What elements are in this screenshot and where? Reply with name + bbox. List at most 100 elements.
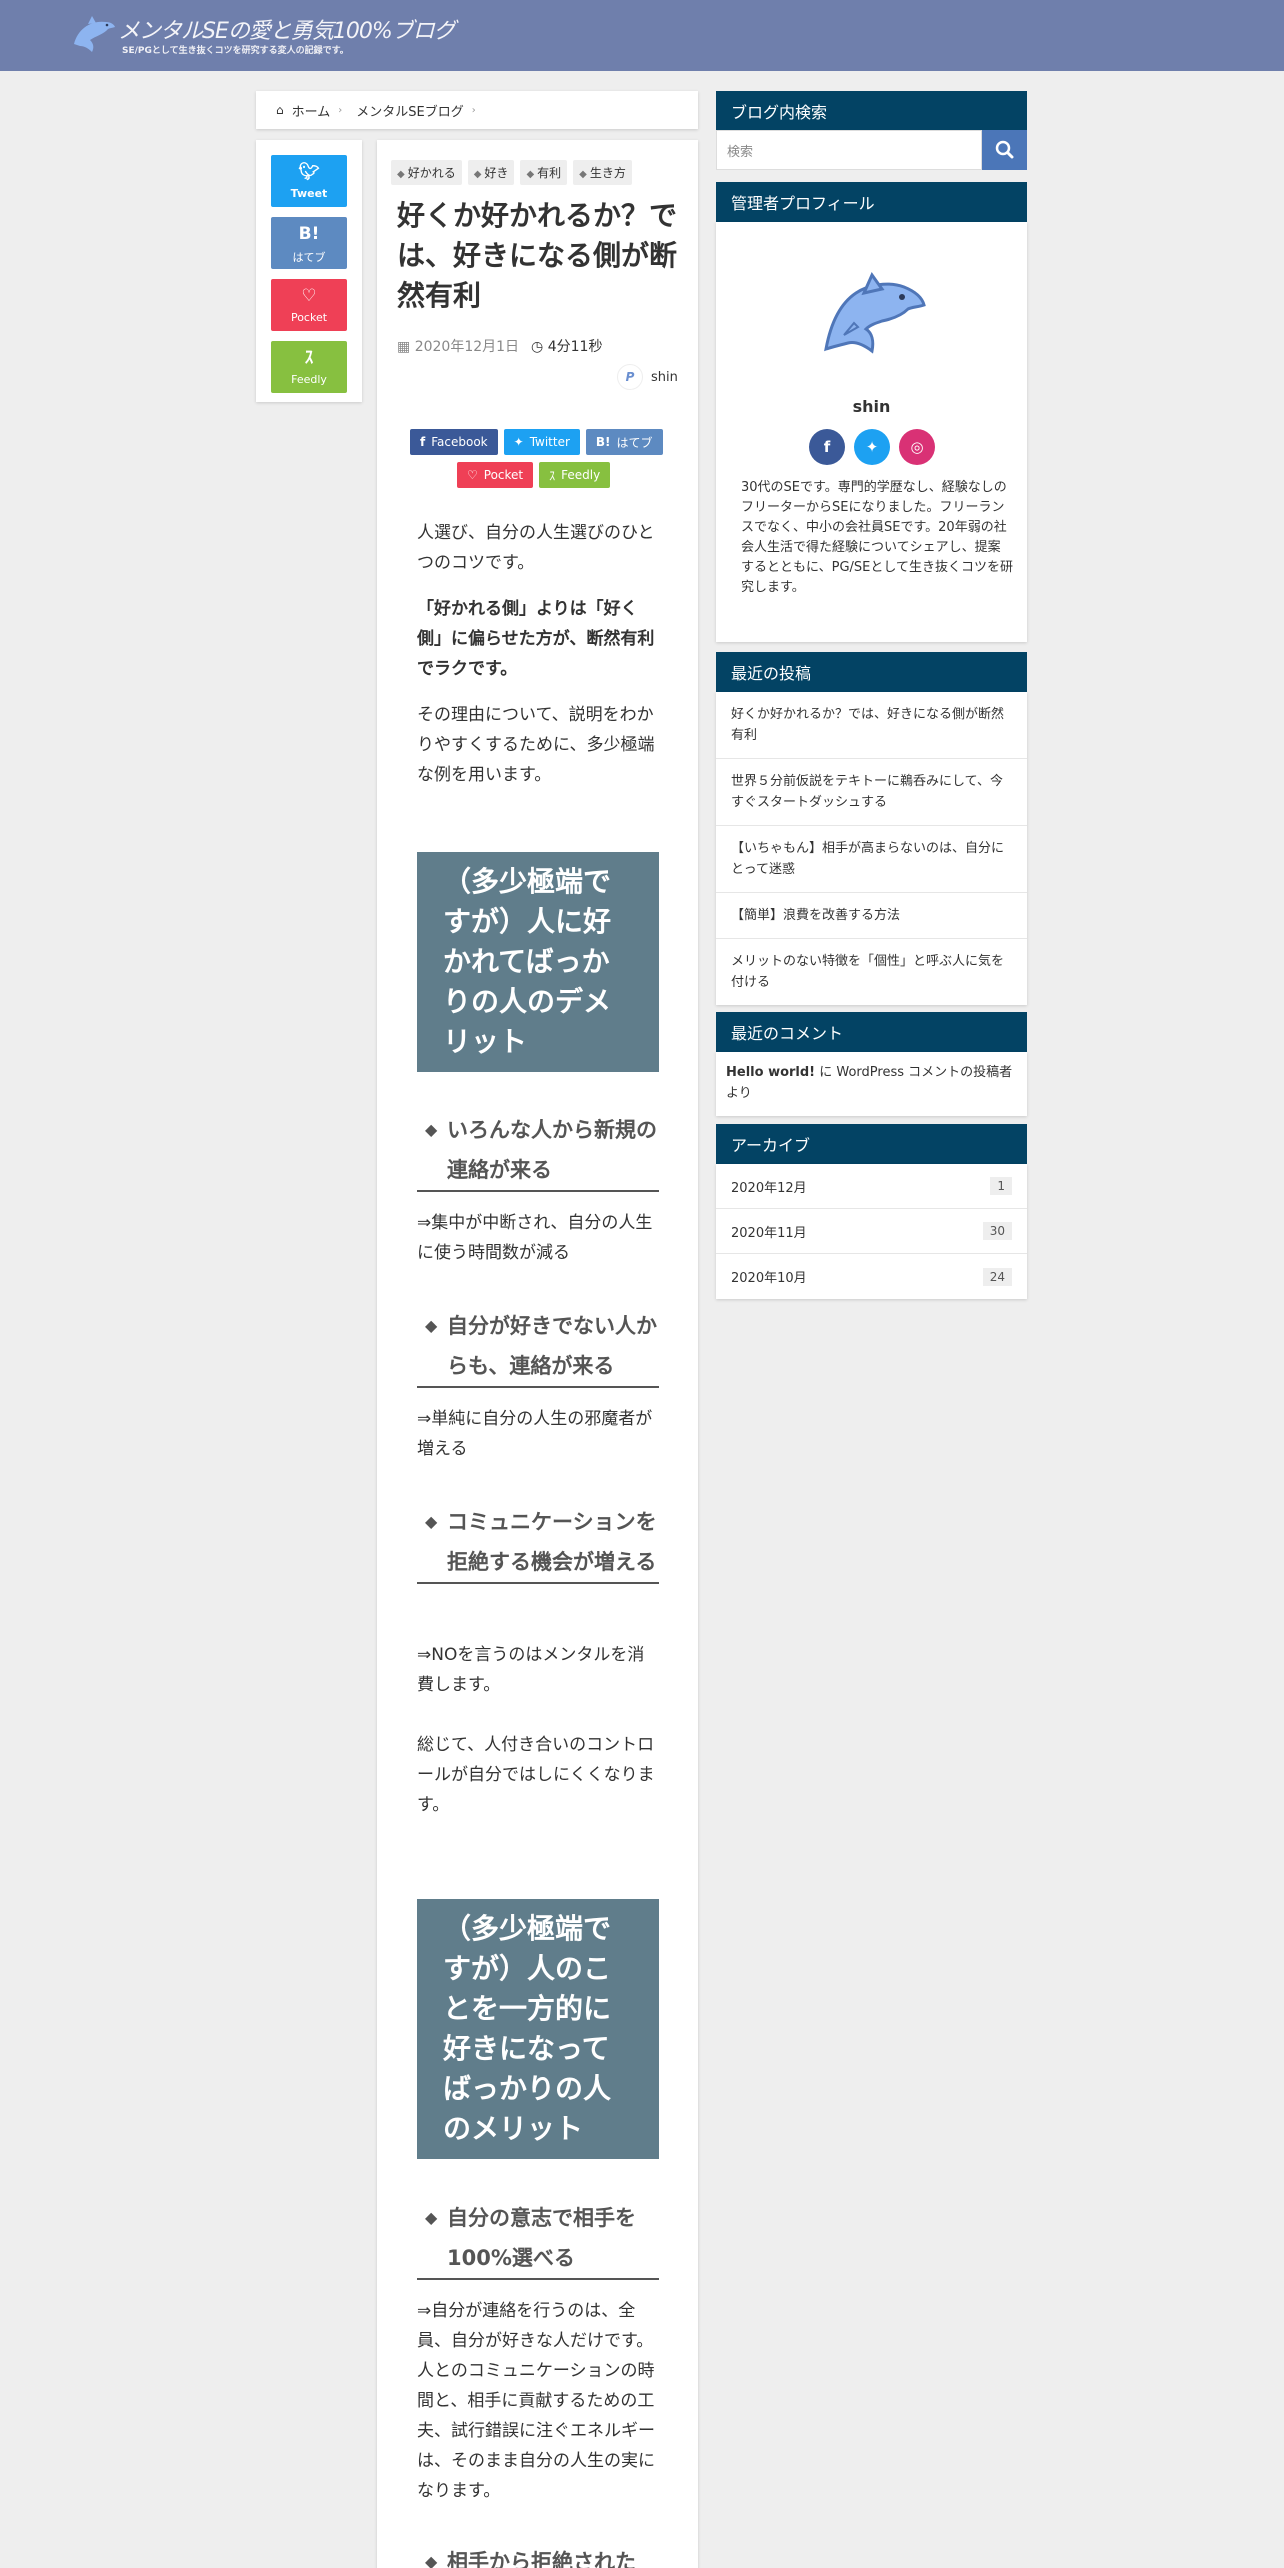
archives-list: 2020年12月 1 2020年11月 30 2020年10月 24: [716, 1164, 1027, 1299]
clock-icon: ◷: [531, 339, 548, 355]
archive-count: 1: [990, 1177, 1012, 1195]
feedly-button[interactable]: ｽ Feedly: [271, 341, 347, 393]
recent-post-link[interactable]: 好くか好かれるか？では、好きになる側が断然有利: [716, 692, 1027, 759]
tweet-label: Tweet: [290, 187, 328, 200]
subsection-heading: ◆ 自分が好きでない人からも、連絡が来る: [417, 1306, 659, 1388]
site-title[interactable]: メンタルSEの愛と勇気100%ブログ: [118, 13, 456, 45]
avatar: P: [617, 364, 643, 390]
facebook-icon[interactable]: f: [809, 429, 845, 465]
subsection-heading: ◆ 相手から拒絶された: [417, 2542, 659, 2568]
subsection-heading: ◆ 自分の意志で相手を100%選べる: [417, 2198, 659, 2280]
site-tagline: SE/PGとして生き抜くコツを研究する変人の記録です。: [122, 46, 349, 56]
search-icon: [995, 140, 1014, 159]
diamond-icon: ◆: [425, 2208, 438, 2227]
author-name: shin: [651, 369, 678, 385]
archive-count: 24: [982, 1267, 1012, 1286]
dolphin-avatar-icon: [824, 271, 926, 354]
facebook-icon: f: [420, 435, 426, 449]
profile-card: shin f ✦ ◎ 30代のSEです。専門的学歴なし、経験なしのフリーターから…: [716, 222, 1027, 642]
article: ◆ 好かれる ◆ 好き ◆ 有利 ◆ 生き方 好くか好かれるか？では、好きになる側が断然…: [377, 140, 698, 2568]
hatena-share-button[interactable]: B! はてブ: [585, 429, 663, 455]
diamond-icon: ◆: [425, 1316, 438, 1335]
recent-post-link[interactable]: 【簡単】浪費を改善する方法: [716, 893, 1027, 939]
share-row-1: f Facebook ✦ Twitter B! はてブ: [410, 429, 663, 455]
profile-description: 30代のSEです。専門的学歴なし、経験なしのフリーターからSEになりました。フリ…: [741, 480, 1013, 595]
tag-item[interactable]: ◆ 好かれる: [391, 160, 462, 185]
article-meta: ▦ 2020年12月1日 ◷ 4分11秒: [397, 336, 602, 356]
paragraph: ⇒NOを言うのはメンタルを消費します。: [417, 1645, 645, 1695]
subsection-heading: ◆ コミュニケーションを拒絶する機会が増える: [417, 1502, 659, 1584]
paragraph: ⇒自分が連絡を行うのは、全員、自分が好きな人だけです。人とのコミュニケーションの…: [417, 2301, 655, 2501]
site-header: メンタルSEの愛と勇気100%ブログ SE/PGとして生き抜くコツを研究する変人…: [0, 0, 1284, 71]
read-time: 4分11秒: [547, 339, 603, 355]
instagram-icon[interactable]: ◎: [899, 429, 935, 465]
twitter-icon: ✦: [513, 435, 524, 449]
twitter-share-button[interactable]: ✦ Twitter: [503, 429, 580, 455]
recent-posts-title: 最近の投稿: [716, 652, 1027, 692]
home-icon: ⌂: [276, 103, 284, 117]
subsection-heading: ◆ いろんな人から新規の連絡が来る: [417, 1110, 659, 1192]
calendar-icon: ▦: [397, 339, 415, 355]
paragraph-emphasis: 「好かれる側」よりは「好く側」に偏らせた方が、断然有利でラクです。: [417, 599, 655, 679]
diamond-icon: ◆: [425, 1120, 438, 1139]
facebook-share-button[interactable]: f Facebook: [410, 429, 498, 455]
comment-post-link[interactable]: Hello world!: [726, 1065, 815, 1080]
pocket-icon: ♡: [301, 286, 317, 306]
archive-link[interactable]: 2020年10月 24: [716, 1254, 1027, 1299]
tag-list: ◆ 好かれる ◆ 好き ◆ 有利 ◆ 生き方: [391, 160, 632, 185]
archive-link[interactable]: 2020年12月 1: [716, 1164, 1027, 1209]
recent-comments-title: 最近のコメント: [716, 1012, 1027, 1052]
feedly-share-button[interactable]: ｽ Feedly: [539, 462, 611, 488]
tag-item[interactable]: ◆ 有利: [520, 160, 568, 185]
hatena-label: はてブ: [292, 251, 326, 264]
paragraph: 総じて、人付き合いのコントロールが自分ではしにくくなります。: [417, 1735, 655, 1815]
tag-icon: ◆: [473, 169, 482, 180]
pocket-button[interactable]: ♡ Pocket: [271, 279, 347, 331]
post-date: 2020年12月1日: [414, 339, 520, 355]
archive-month: 2020年11月: [731, 1225, 807, 1241]
pocket-icon: ♡: [467, 468, 478, 482]
archive-count: 30: [982, 1222, 1012, 1240]
tag-item[interactable]: ◆ 好き: [467, 160, 515, 185]
feedly-label: Feedly: [291, 373, 327, 386]
tweet-button[interactable]: 🐦︎ Tweet: [271, 155, 347, 207]
share-row-2: ♡ Pocket ｽ Feedly: [457, 462, 611, 488]
diamond-icon: ◆: [425, 2552, 438, 2568]
hatena-icon: B!: [298, 224, 320, 244]
rss-icon: ｽ: [304, 348, 314, 368]
tag-icon: ◆: [579, 169, 587, 180]
recent-post-link[interactable]: 世界５分前仮説をテキトーに鵜呑みにして、今すぐスタートダッシュする: [716, 759, 1027, 826]
paragraph: その理由について、説明をわかりやすくするために、多少極端な例を用います。: [417, 705, 655, 785]
dolphin-logo-icon[interactable]: [70, 14, 116, 54]
chevron-right-icon: ›: [471, 104, 476, 116]
archive-month: 2020年12月: [731, 1180, 807, 1196]
tag-item[interactable]: ◆ 生き方: [573, 160, 632, 185]
author[interactable]: P shin: [617, 364, 678, 390]
tag-icon: ◆: [397, 169, 405, 180]
pocket-share-button[interactable]: ♡ Pocket: [457, 462, 534, 488]
search-input[interactable]: 検索: [716, 130, 982, 170]
diamond-icon: ◆: [425, 1512, 438, 1531]
twitter-icon: 🐦︎: [298, 162, 320, 182]
article-title: 好くか好かれるか？では、好きになる側が断然有利: [397, 199, 678, 312]
recent-post-link[interactable]: 【いちゃもん】相手が高まらないのは、自分にとって迷惑: [716, 826, 1027, 893]
chevron-right-icon: ›: [338, 104, 343, 116]
breadcrumb-category[interactable]: メンタルSEブログ: [356, 101, 463, 120]
social-links: f ✦ ◎: [809, 429, 935, 465]
archive-link[interactable]: 2020年11月 30: [716, 1209, 1027, 1254]
archive-month: 2020年10月: [731, 1271, 807, 1286]
recent-posts-list: 好くか好かれるか？では、好きになる側が断然有利 世界５分前仮説をテキトーに鵜呑み…: [716, 692, 1027, 1005]
side-share-bar: 🐦︎ Tweet B! はてブ ♡ Pocket ｽ Feedly: [256, 140, 362, 402]
paragraph: 人選び、自分の人生選びのひとつのコツです。: [417, 523, 655, 573]
breadcrumb-home[interactable]: ホーム: [292, 101, 331, 120]
search-button[interactable]: [982, 130, 1027, 170]
rss-icon: ｽ: [549, 468, 556, 483]
hatena-icon: B!: [595, 435, 611, 449]
archives-title: アーカイブ: [716, 1124, 1027, 1164]
twitter-icon[interactable]: ✦: [854, 429, 890, 465]
paragraph: ⇒集中が中断され、自分の人生に使う時間数が減る: [417, 1213, 653, 1263]
recent-post-link[interactable]: メリットのない特徴を「個性」と呼ぶ人に気を付ける: [716, 939, 1027, 1005]
pocket-label: Pocket: [290, 311, 328, 324]
section-heading: （多少極端ですが）人のことを一方的に好きになってばっかりの人のメリット: [417, 1899, 659, 2159]
hatena-button[interactable]: B! はてブ: [271, 217, 347, 269]
